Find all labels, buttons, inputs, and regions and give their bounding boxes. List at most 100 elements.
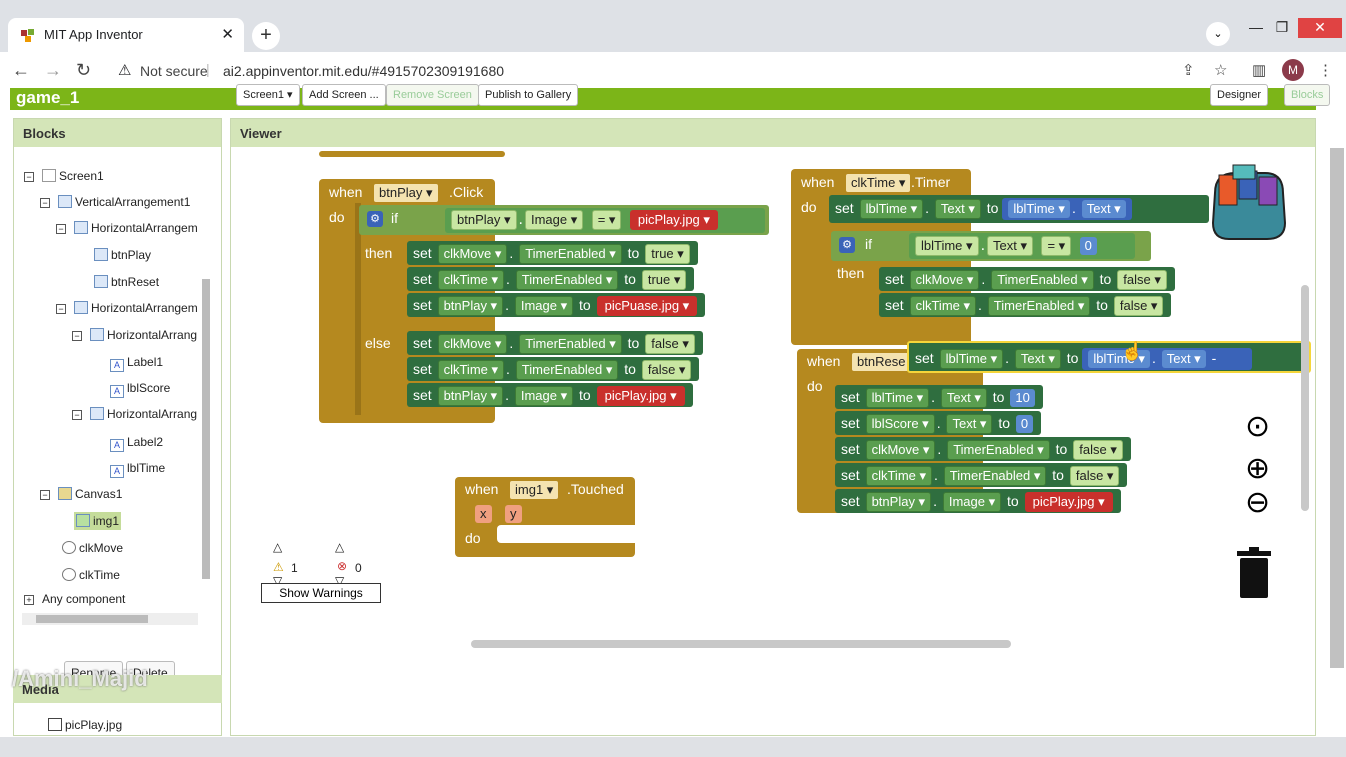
minimize-button[interactable]: — bbox=[1244, 18, 1268, 38]
set-clkmove-timer-false[interactable]: set clkMove ▾. TimerEnabled ▾ to false ▾ bbox=[407, 331, 703, 355]
up-arrow-icon[interactable]: △ bbox=[335, 540, 344, 554]
reload-icon[interactable]: ↻ bbox=[76, 60, 91, 81]
gear-icon[interactable]: ⚙ bbox=[367, 211, 383, 227]
restore-button[interactable]: ❐ bbox=[1270, 18, 1294, 38]
tree-btnplay[interactable]: btnPlay bbox=[94, 248, 151, 262]
tree-btnreset[interactable]: btnReset bbox=[94, 275, 159, 289]
browser-tab[interactable]: MIT App Inventor ✕ bbox=[8, 18, 244, 52]
set-clkmove-false[interactable]: set clkMove ▾. TimerEnabled ▾ to false ▾ bbox=[879, 267, 1175, 291]
property-dropdown[interactable]: Image ▾ bbox=[524, 210, 584, 230]
tree-img1[interactable]: img1 bbox=[74, 512, 122, 530]
component-dropdown[interactable]: clkTime ▾ bbox=[845, 173, 912, 193]
close-window-button[interactable]: ✕ bbox=[1298, 18, 1342, 38]
tree-ha4[interactable]: − HorizontalArrang bbox=[72, 407, 197, 421]
text-value[interactable]: picPlay.jpg ▾ bbox=[629, 210, 718, 230]
dragged-set-block[interactable]: set lblTime ▾. Text ▾ to lblTime ▾. Text… bbox=[907, 341, 1311, 373]
screen-icon bbox=[42, 169, 56, 182]
collapse-icon[interactable]: − bbox=[40, 198, 50, 208]
tree-clkmove[interactable]: clkMove bbox=[62, 541, 123, 555]
operator-dropdown[interactable]: = ▾ bbox=[591, 210, 622, 230]
show-warnings-button[interactable]: Show Warnings bbox=[261, 583, 381, 603]
media-file[interactable]: picPlay.jpg bbox=[48, 718, 122, 732]
set-clktime-false-2[interactable]: set clkTime ▾. TimerEnabled ▾ to false ▾ bbox=[835, 463, 1128, 487]
collapse-icon[interactable]: − bbox=[56, 304, 66, 314]
empty-do-slot[interactable] bbox=[497, 525, 635, 543]
blocks-workspace[interactable]: when btnPlay ▾ .Click do ⚙ if btnPlay ▾.… bbox=[235, 151, 1311, 648]
component-dropdown[interactable]: btnPlay ▾ bbox=[451, 210, 517, 230]
blocks-button[interactable]: Blocks bbox=[1284, 84, 1331, 106]
page-scrollbar[interactable] bbox=[1330, 148, 1344, 668]
tree-ha1[interactable]: − HorizontalArrangem bbox=[56, 221, 198, 235]
address-bar[interactable]: ⚠ Not secure | ai2.appinventor.mit.edu/#… bbox=[108, 56, 1168, 86]
tree-vscroll[interactable] bbox=[202, 279, 210, 579]
set-clktime-false[interactable]: set clkTime ▾. TimerEnabled ▾ to false ▾ bbox=[879, 293, 1172, 317]
param-x[interactable]: x bbox=[475, 505, 492, 523]
set-clkmove-timer[interactable]: set clkMove ▾. TimerEnabled ▾ to true ▾ bbox=[407, 241, 698, 265]
component-dropdown[interactable]: img1 ▾ bbox=[509, 480, 560, 500]
warning-icon[interactable]: ⚠ bbox=[118, 61, 131, 79]
add-screen-button[interactable]: Add Screen ... bbox=[302, 84, 386, 106]
tree-lbltime[interactable]: AlblTime bbox=[110, 461, 165, 478]
set-lbltime-10[interactable]: set lblTime ▾. Text ▾ to 10 bbox=[835, 385, 1043, 409]
tree-screen1[interactable]: − Screen1 bbox=[24, 169, 104, 183]
zoom-out-icon[interactable]: ⊖ bbox=[1245, 485, 1270, 520]
set-clktime-timer[interactable]: set clkTime ▾. TimerEnabled ▾ to true ▾ bbox=[407, 267, 695, 291]
tree-hscroll[interactable] bbox=[22, 613, 198, 625]
close-tab-icon[interactable]: ✕ bbox=[221, 25, 234, 43]
set-lblscore-0[interactable]: set lblScore ▾. Text ▾ to 0 bbox=[835, 411, 1042, 435]
status-bar bbox=[0, 737, 1346, 757]
collapse-icon[interactable]: − bbox=[72, 410, 82, 420]
tree-va1[interactable]: − VerticalArrangement1 bbox=[40, 195, 190, 209]
up-arrow-icon[interactable]: △ bbox=[273, 540, 282, 554]
project-toolbar: game_1 Screen1 ▾ Add Screen ... Remove S… bbox=[10, 84, 1331, 110]
star-icon[interactable]: ☆ bbox=[1214, 61, 1227, 79]
collapse-icon[interactable]: − bbox=[56, 224, 66, 234]
set-clktime-timer-false[interactable]: set clkTime ▾. TimerEnabled ▾ to false ▾ bbox=[407, 357, 700, 381]
recenter-icon[interactable]: ⊙ bbox=[1245, 409, 1270, 444]
screen-selector[interactable]: Screen1 ▾ bbox=[236, 84, 300, 106]
collapse-icon[interactable]: − bbox=[72, 331, 82, 341]
collapse-icon[interactable]: − bbox=[40, 490, 50, 500]
set-lbltime-text[interactable]: set lblTime ▾. Text ▾ to lblTime ▾. Text… bbox=[829, 195, 1209, 223]
forward-icon[interactable]: → bbox=[44, 60, 62, 81]
sidepanel-icon[interactable]: ▥ bbox=[1252, 61, 1266, 79]
tree-canvas1[interactable]: − Canvas1 bbox=[40, 487, 122, 501]
offscreen-block[interactable] bbox=[319, 151, 505, 157]
trash-icon[interactable] bbox=[1235, 547, 1273, 599]
menu-icon[interactable]: ⋮ bbox=[1318, 61, 1333, 79]
expand-icon[interactable]: + bbox=[24, 595, 34, 605]
avatar[interactable]: M bbox=[1282, 59, 1304, 81]
tree-lblscore[interactable]: AlblScore bbox=[110, 381, 170, 398]
back-icon[interactable]: ← bbox=[12, 60, 30, 81]
sprite-icon bbox=[76, 514, 90, 527]
app-inventor-page: game_1 Screen1 ▾ Add Screen ... Remove S… bbox=[0, 84, 1346, 737]
tree-label1[interactable]: A Label1 bbox=[110, 355, 163, 372]
tree-ha3[interactable]: − HorizontalArrang bbox=[72, 328, 197, 342]
component-dropdown[interactable]: btnPlay ▾ bbox=[373, 183, 439, 203]
workspace-hscroll[interactable] bbox=[471, 640, 1011, 648]
tree-ha2[interactable]: − HorizontalArrangem bbox=[56, 301, 198, 315]
component-dropdown[interactable]: btnRese bbox=[851, 352, 912, 372]
remove-screen-button[interactable]: Remove Screen bbox=[386, 84, 479, 106]
workspace-vscroll[interactable] bbox=[1301, 285, 1309, 511]
collapse-icon[interactable]: − bbox=[24, 172, 34, 182]
param-y[interactable]: y bbox=[505, 505, 522, 523]
tree-any-component[interactable]: + Any component bbox=[24, 592, 125, 606]
new-tab-button[interactable]: + bbox=[252, 22, 280, 50]
url-text[interactable]: ai2.appinventor.mit.edu/#491570230919168… bbox=[223, 63, 504, 79]
gear-icon[interactable]: ⚙ bbox=[839, 237, 855, 253]
set-btnplay-image[interactable]: set btnPlay ▾. Image ▾ to picPuase.jpg ▾ bbox=[407, 293, 706, 317]
compare-block[interactable]: btnPlay ▾. Image ▾ = ▾ picPlay.jpg ▾ bbox=[445, 208, 765, 233]
compare-block[interactable]: lblTime ▾. Text ▾ = ▾ 0 bbox=[909, 233, 1135, 259]
tree-label2[interactable]: A Label2 bbox=[110, 435, 163, 452]
designer-button[interactable]: Designer bbox=[1210, 84, 1269, 106]
set-btnplay-image-play[interactable]: set btnPlay ▾. Image ▾ to picPlay.jpg ▾ bbox=[407, 383, 693, 407]
tab-search-button[interactable]: ⌄ bbox=[1206, 22, 1230, 46]
backpack-icon[interactable] bbox=[1205, 163, 1291, 243]
zoom-in-icon[interactable]: ⊕ bbox=[1245, 451, 1270, 486]
set-clkmove-false-2[interactable]: set clkMove ▾. TimerEnabled ▾ to false ▾ bbox=[835, 437, 1131, 461]
set-btnplay-image-2[interactable]: set btnPlay ▾. Image ▾ to picPlay.jpg ▾ bbox=[835, 489, 1121, 513]
publish-button[interactable]: Publish to Gallery bbox=[478, 84, 579, 106]
tree-clktime[interactable]: clkTime bbox=[62, 568, 120, 582]
share-icon[interactable]: ⇪ bbox=[1182, 61, 1195, 79]
